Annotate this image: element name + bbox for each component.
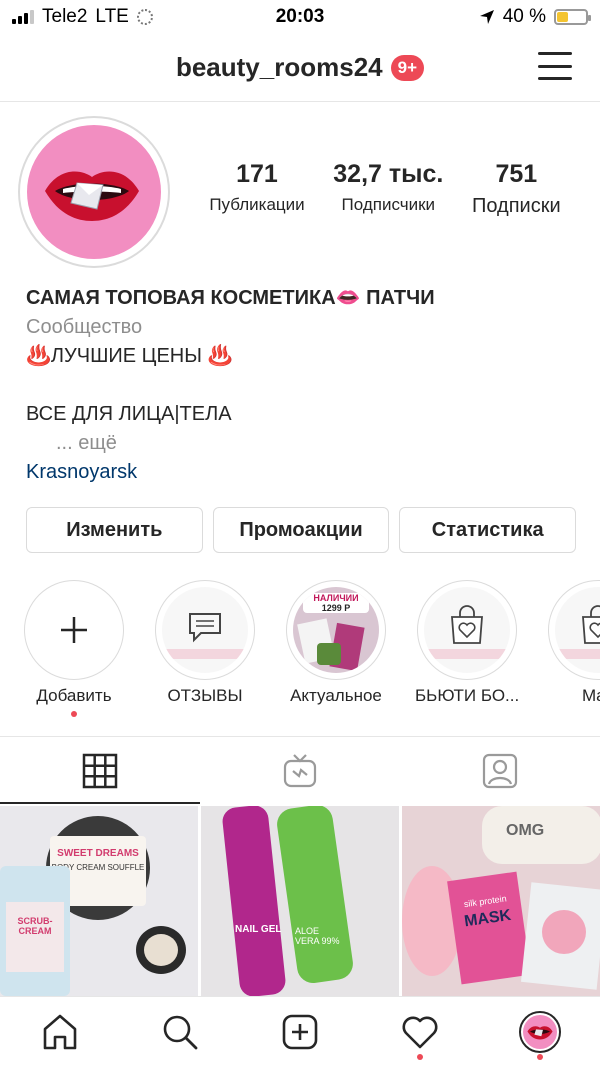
nav-profile[interactable]	[510, 1002, 570, 1062]
heart-icon	[402, 1016, 438, 1048]
insights-button[interactable]: Статистика	[399, 507, 577, 553]
post-caption-side: SCRUB-CREAM	[17, 916, 53, 936]
profile-actions: Изменить Промоакции Статистика	[26, 507, 577, 553]
shopping-bag-heart-icon	[451, 605, 483, 644]
highlight-label: Добавить	[36, 686, 112, 705]
profile-stats: 171 Публикации 32,7 тыс. Подписчики 751 …	[195, 160, 575, 218]
post-thumbnail[interactable]: OMG silk protein MASK	[402, 806, 600, 996]
grid-icon	[82, 753, 118, 788]
promotions-button[interactable]: Промоакции	[212, 507, 390, 553]
tab-igtv[interactable]	[200, 737, 400, 804]
stat-followers[interactable]: 32,7 тыс. Подписчики	[333, 160, 443, 218]
home-icon	[43, 1014, 77, 1049]
profile-dot	[537, 1053, 543, 1060]
post-caption-top: SWEET DREAMS	[57, 848, 139, 859]
stat-following[interactable]: 751 Подписки	[472, 160, 561, 218]
price-value: 1299 Р	[321, 603, 351, 613]
status-bar: Tele2 LTE 20:03 40 %	[0, 0, 600, 34]
status-right: 40 %	[479, 6, 591, 28]
tab-tagged[interactable]	[400, 737, 600, 804]
bottom-navigation	[0, 996, 600, 1066]
stat-value: 751	[495, 160, 538, 188]
tab-grid[interactable]	[0, 737, 200, 804]
highlight-label: ОТЗЫВЫ	[167, 686, 243, 705]
new-indicator-dot	[71, 711, 77, 717]
profile-name: САМАЯ ТОПОВАЯ КОСМЕТИКА👄 ПАТЧИ	[26, 287, 435, 309]
profile-avatar-ring[interactable]	[18, 116, 170, 268]
search-icon	[163, 1015, 198, 1049]
chat-bubble-icon	[189, 613, 221, 643]
photo-thumbnail: НАЛИЧИИ 1299 Р	[293, 587, 379, 673]
stat-label: Публикации	[209, 195, 305, 214]
username-title[interactable]: beauty_rooms24	[176, 52, 383, 83]
plus-icon	[61, 617, 87, 643]
activity-dot	[417, 1053, 423, 1060]
story-highlights: Добавить ОТЗЫВЫ НАЛИЧИИ 1299 Р Актуально…	[0, 580, 600, 720]
stat-value: 32,7 тыс.	[333, 160, 444, 188]
post-caption-top: NAIL GEL	[235, 924, 282, 935]
battery-icon	[554, 9, 591, 25]
stat-label: Подписки	[471, 195, 561, 217]
highlight-beauty-box[interactable]: БЬЮТИ БО...	[415, 580, 519, 706]
post-caption-mid: ALOE VERA 99%	[295, 926, 340, 946]
highlight-label: БЬЮТИ БО...	[415, 686, 520, 705]
posts-grid: SWEET DREAMS BODY CREAM SOUFFLE SCRUB-CR…	[0, 806, 600, 996]
post-thumbnail[interactable]: NAIL GEL ALOE VERA 99%	[201, 806, 399, 996]
location-arrow-icon	[479, 10, 494, 24]
edit-profile-button[interactable]: Изменить	[26, 507, 203, 553]
stat-value: 171	[236, 160, 278, 188]
lips-logo-icon	[45, 171, 139, 221]
profile-bio: САМАЯ ТОПОВАЯ КОСМЕТИКА👄 ПАТЧИ Сообществ…	[26, 284, 586, 487]
highlight-label: Mac	[581, 686, 600, 705]
tagged-person-icon	[482, 753, 518, 788]
price-tag-label: НАЛИЧИИ	[313, 593, 359, 603]
profile-tabs	[0, 736, 600, 804]
highlight-add[interactable]: Добавить	[22, 580, 126, 717]
hamburger-menu-icon[interactable]	[538, 52, 572, 80]
stat-label: Подписчики	[341, 195, 436, 214]
profile-avatar	[519, 1010, 561, 1053]
nav-new-post[interactable]	[270, 1002, 330, 1062]
lips-logo-icon	[527, 1025, 553, 1039]
notification-badge[interactable]: 9+	[390, 54, 425, 81]
shopping-bag-heart-icon	[582, 605, 600, 644]
bio-line-2: ВСЕ ДЛЯ ЛИЦА|ТЕЛА	[26, 403, 232, 425]
new-post-icon	[282, 1014, 318, 1049]
highlight-reviews[interactable]: ОТЗЫВЫ	[153, 580, 257, 706]
post-caption-top: OMG	[506, 822, 545, 839]
highlight-label: Актуальное	[290, 686, 382, 705]
stat-posts[interactable]: 171 Публикации	[209, 160, 304, 218]
battery-percent: 40 %	[502, 6, 546, 27]
post-thumbnail[interactable]: SWEET DREAMS BODY CREAM SOUFFLE SCRUB-CR…	[0, 806, 198, 996]
profile-location-link[interactable]: Krasnoyarsk	[26, 458, 586, 487]
profile-avatar[interactable]	[27, 125, 161, 259]
highlight-mac[interactable]: Mac	[546, 580, 600, 706]
igtv-icon	[283, 753, 317, 787]
nav-search[interactable]	[150, 1002, 210, 1062]
profile-header: beauty_rooms24 9+	[0, 34, 600, 102]
highlight-actual[interactable]: НАЛИЧИИ 1299 Р Актуальное	[284, 580, 388, 706]
nav-home[interactable]	[30, 1002, 90, 1062]
profile-category: Сообщество	[26, 316, 143, 338]
bio-line-1: ♨️ЛУЧШИЕ ЦЕНЫ ♨️	[26, 345, 233, 367]
nav-activity[interactable]	[390, 1002, 450, 1062]
bio-more-link[interactable]: ... ещё	[26, 429, 586, 458]
